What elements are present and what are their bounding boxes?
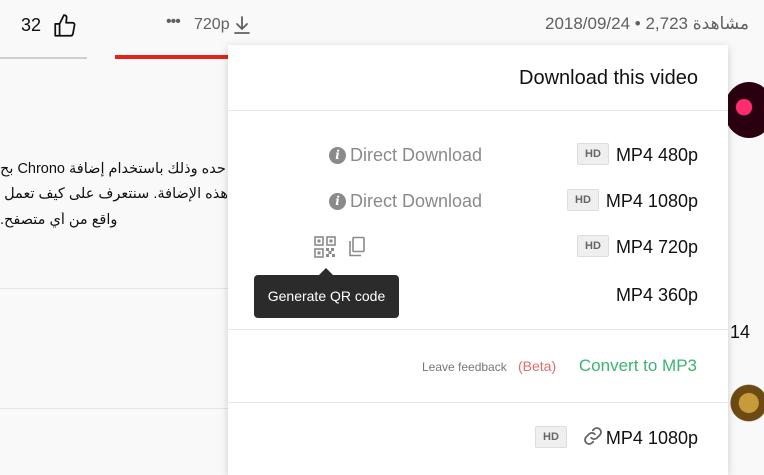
format-mp4-1080p[interactable]: MP4 1080p (606, 191, 698, 212)
divider (228, 402, 728, 403)
like-underline (0, 57, 87, 59)
info-icon: i (329, 147, 346, 164)
download-popup: Download this video i Direct Download HD… (228, 45, 728, 475)
divider (228, 110, 728, 111)
video-meta: 2018/09/24 • مشاهدة 2,723 (544, 14, 749, 33)
direct-download-link[interactable]: Direct Download (350, 191, 482, 212)
divider (0, 288, 229, 289)
like-count: 32 (21, 15, 42, 35)
divider (228, 329, 728, 330)
hd-badge: HD (577, 235, 609, 257)
format-mp4-480p[interactable]: MP4 480p (616, 145, 698, 166)
description-line: حده وذلك باستخدام إضافة Chrono بح (0, 161, 226, 177)
direct-download-link[interactable]: Direct Download (350, 145, 482, 166)
popup-title: Download this video (519, 67, 698, 89)
qr-code-icon[interactable] (314, 236, 336, 258)
sidebar-number: 14 (730, 322, 751, 342)
divider (0, 408, 229, 409)
hd-badge: HD (577, 143, 609, 165)
download-icon[interactable] (233, 15, 251, 35)
channel-avatar[interactable] (724, 82, 764, 138)
format-mp4-720p[interactable]: MP4 720p (616, 237, 698, 258)
format-mp4-1080p-link[interactable]: MP4 1080p (606, 428, 698, 449)
progress-bar (115, 55, 235, 59)
qr-tooltip: Generate QR code (254, 275, 399, 318)
format-mp4-360p[interactable]: MP4 360p (616, 285, 698, 306)
convert-to-mp3-link[interactable]: Convert to MP3 (579, 356, 697, 376)
quality-label[interactable]: 720p (194, 16, 230, 34)
more-options-icon[interactable]: ••• (166, 13, 181, 31)
tooltip-arrow (319, 268, 333, 275)
beta-label: (Beta) (518, 358, 557, 374)
leave-feedback-link[interactable]: Leave feedback (422, 360, 507, 374)
thumbs-up-icon[interactable] (52, 13, 78, 39)
info-icon: i (329, 193, 346, 210)
sidebar-thumbnail[interactable] (726, 380, 764, 426)
description-line: واقع من أي متصفح. (0, 212, 118, 228)
copy-icon[interactable] (348, 236, 366, 258)
hd-badge: HD (535, 426, 567, 448)
link-icon[interactable] (582, 425, 604, 447)
hd-badge: HD (567, 189, 599, 211)
description-line: هذه الإضافة. سنتعرف على كيف تعمل ه (0, 186, 228, 202)
